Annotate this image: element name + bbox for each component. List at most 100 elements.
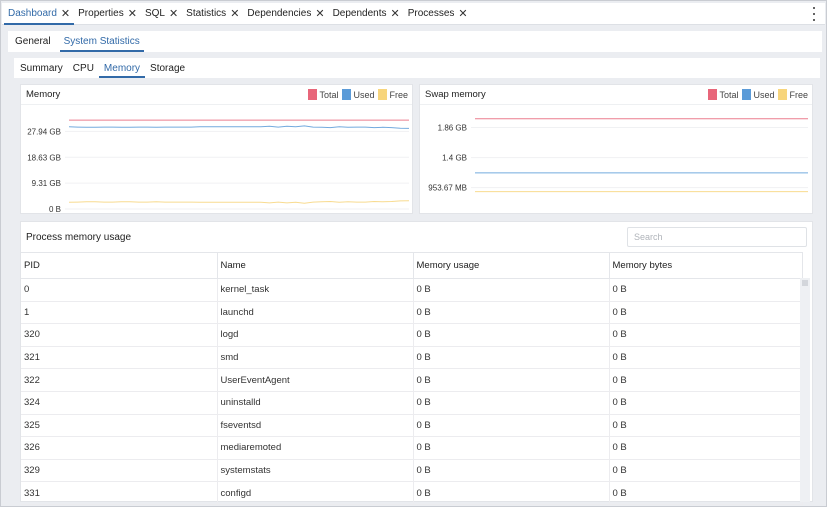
cell-name: uninstalld — [217, 391, 414, 415]
cell-name: systemstats — [217, 459, 414, 483]
legend-label: Used — [353, 89, 375, 100]
cell-memory-usage: 0 B — [413, 368, 610, 392]
chart-title: Swap memory — [425, 89, 486, 100]
tab-dependencies[interactable]: Dependencies ✕ — [247, 3, 324, 25]
y-tick-label: 18.63 GB — [27, 153, 61, 162]
cell-pid: 320 — [21, 323, 218, 347]
y-tick-label: 953.67 MB — [428, 184, 467, 193]
table-row[interactable]: 326 mediaremoted 0 B0 B — [21, 436, 803, 460]
table-row[interactable]: 322 UserEventAgent 0 B0 B — [21, 368, 803, 392]
tab-memory[interactable]: Memory — [98, 58, 146, 78]
table-row[interactable]: 321 smd 0 B0 B — [21, 346, 803, 370]
legend-total[interactable]: Total — [708, 89, 738, 100]
close-icon[interactable]: ✕ — [169, 7, 178, 20]
top-tab-bar: Dashboard ✕ Properties ✕ SQL ✕ Statistics ✕ … — [2, 3, 825, 25]
cell-name: kernel_task — [217, 278, 414, 302]
cell-memory-bytes: 0 B — [609, 481, 803, 505]
tab-cpu[interactable]: CPU — [73, 58, 94, 78]
cell-pid: 331 — [21, 481, 218, 505]
search-input[interactable] — [627, 227, 807, 247]
memory-chart: 0 B 9.31 GB 18.63 GB 27.94 GB — [27, 119, 410, 214]
tab-sql[interactable]: SQL ✕ — [145, 3, 178, 25]
legend-used[interactable]: Used — [342, 89, 374, 100]
tab-storage[interactable]: Storage — [150, 58, 185, 78]
table-row[interactable]: 331 configd 0 B0 B — [21, 481, 803, 505]
cell-memory-usage: 0 B — [413, 391, 610, 415]
memory-chart-panel: Memory Total Used Free 0 B 9.31 GB 18.63 G… — [20, 84, 413, 214]
close-icon[interactable]: ✕ — [61, 7, 70, 20]
close-icon[interactable]: ✕ — [391, 7, 400, 20]
tab-statistics[interactable]: Statistics ✕ — [186, 3, 239, 25]
tab-label: Properties — [78, 8, 124, 19]
close-icon[interactable]: ✕ — [315, 7, 324, 20]
y-tick-label: 9.31 GB — [32, 179, 61, 188]
chart-legend: Total Used Free — [704, 89, 808, 100]
legend-label: Total — [719, 89, 739, 100]
legend-swatch-total — [308, 89, 318, 100]
tab-dashboard[interactable]: Dashboard ✕ — [3, 3, 75, 25]
tab-label: Statistics — [186, 8, 227, 19]
legend-swatch-total — [708, 89, 718, 100]
column-header-name[interactable]: Name — [217, 252, 414, 279]
legend-label: Used — [753, 89, 775, 100]
cell-name: smd — [217, 346, 414, 370]
system-statistics-tabs: Summary CPU Memory Storage — [14, 58, 820, 78]
process-table: PID Name Memory usage Memory bytes 0 kern… — [21, 252, 803, 505]
legend-used[interactable]: Used — [742, 89, 774, 100]
y-tick-label: 0 B — [49, 205, 61, 213]
column-header-memory-usage[interactable]: Memory usage — [413, 252, 610, 279]
y-tick-label: 27.94 GB — [27, 127, 61, 136]
table-row[interactable]: 325 fseventsd 0 B0 B — [21, 414, 803, 438]
legend-free[interactable]: Free — [378, 89, 408, 100]
scrollbar-thumb[interactable] — [802, 280, 808, 286]
legend-total[interactable]: Total — [308, 89, 338, 100]
tab-general[interactable]: General — [15, 31, 51, 52]
legend-free[interactable]: Free — [778, 89, 808, 100]
table-row[interactable]: 324 uninstalld 0 B0 B — [21, 391, 803, 415]
cell-memory-usage: 0 B — [413, 414, 610, 438]
cell-memory-usage: 0 B — [413, 436, 610, 460]
table-row[interactable]: 1 launchd 0 B0 B — [21, 301, 803, 325]
tab-properties[interactable]: Properties ✕ — [78, 3, 137, 25]
tab-processes[interactable]: Processes ✕ — [408, 3, 468, 25]
cell-memory-usage: 0 B — [413, 301, 610, 325]
cell-pid: 321 — [21, 346, 218, 370]
tab-dependents[interactable]: Dependents ✕ — [333, 3, 400, 25]
cell-pid: 0 — [21, 278, 218, 302]
tab-label: Dependents — [332, 8, 387, 19]
legend-swatch-used — [342, 89, 352, 100]
close-icon[interactable]: ✕ — [128, 7, 137, 20]
close-icon[interactable]: ✕ — [458, 7, 467, 20]
table-row[interactable]: 329 systemstats 0 B0 B — [21, 459, 803, 483]
dashboard-sub-tabs: General System Statistics — [8, 31, 822, 52]
cell-pid: 325 — [21, 414, 218, 438]
column-header-memory-bytes[interactable]: Memory bytes — [609, 252, 803, 279]
legend-label: Free — [789, 89, 808, 100]
swap-chart-panel: Swap memory Total Used Free 953.67 MB 1.4… — [419, 84, 813, 214]
legend-label: Free — [389, 89, 408, 100]
cell-name: configd — [217, 481, 414, 505]
table-scrollbar[interactable] — [800, 278, 810, 502]
cell-pid: 329 — [21, 459, 218, 483]
column-header-pid[interactable]: PID — [21, 252, 218, 279]
cell-pid: 322 — [21, 368, 218, 392]
more-options-icon[interactable] — [811, 7, 817, 21]
legend-label: Total — [319, 89, 339, 100]
close-icon[interactable]: ✕ — [230, 7, 239, 20]
chart-title: Memory — [26, 89, 61, 100]
tab-label: Processes — [407, 8, 455, 19]
cell-name: UserEventAgent — [217, 368, 414, 392]
process-table-title: Process memory usage — [26, 231, 132, 243]
cell-name: logd — [217, 323, 414, 347]
cell-pid: 1 — [21, 301, 218, 325]
swap-memory-chart: 953.67 MB 1.4 GB 1.86 GB — [428, 118, 808, 193]
cell-memory-usage: 0 B — [413, 481, 610, 505]
tab-summary[interactable]: Summary — [20, 58, 63, 78]
tab-system-statistics[interactable]: System Statistics — [59, 31, 144, 52]
series-line-free — [68, 200, 410, 204]
cell-memory-usage: 0 B — [413, 278, 610, 302]
cell-memory-usage: 0 B — [413, 459, 610, 483]
table-header-row: PID Name Memory usage Memory bytes — [21, 252, 803, 279]
table-row[interactable]: 320 logd 0 B0 B — [21, 323, 803, 347]
table-row[interactable]: 0 kernel_task 0 B0 B — [21, 278, 803, 302]
